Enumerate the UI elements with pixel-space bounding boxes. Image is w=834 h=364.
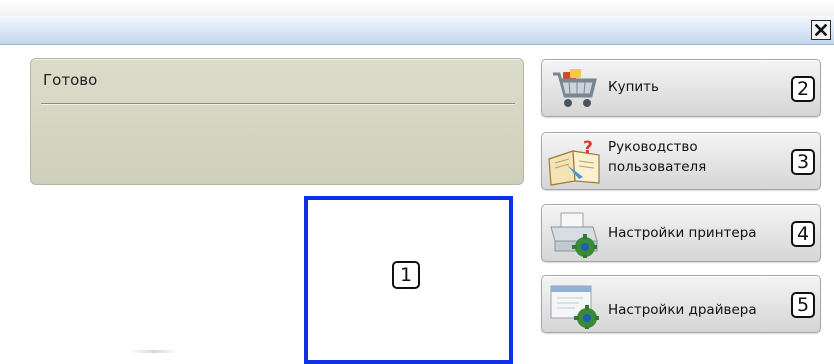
user-guide-book-icon: ? <box>548 138 600 186</box>
driver-settings-button[interactable]: Настройки драйвера 5 <box>541 275 821 333</box>
callout-highlight-box: 1 <box>304 196 513 364</box>
status-panel: Готово <box>30 58 524 185</box>
callout-number-4: 4 <box>791 221 815 247</box>
user-guide-label-line1: Руководство <box>608 139 698 155</box>
callout-number-1: 1 <box>392 261 420 289</box>
driver-settings-label: Настройки драйвера <box>608 302 757 318</box>
callout-number-2: 2 <box>791 76 815 102</box>
status-text: Готово <box>43 71 98 89</box>
printer-settings-button[interactable]: Настройки принтера 4 <box>541 204 821 262</box>
title-bar <box>0 16 834 45</box>
callout-number-5: 5 <box>791 292 815 318</box>
shopping-cart-icon <box>553 69 597 107</box>
user-guide-label-line2: пользователя <box>608 159 707 175</box>
close-button[interactable] <box>811 20 831 40</box>
status-divider <box>41 103 515 104</box>
svg-text:?: ? <box>583 138 593 158</box>
callout-number-3: 3 <box>791 149 815 175</box>
close-icon <box>815 24 827 36</box>
driver-settings-icon <box>550 285 599 329</box>
buy-button[interactable]: Купить 2 <box>541 59 821 117</box>
user-guide-button[interactable]: ? Руководство пользователя 3 <box>541 132 821 190</box>
bottom-edge-mark <box>130 350 178 353</box>
buy-button-label: Купить <box>608 79 659 95</box>
printer-settings-label: Настройки принтера <box>608 225 757 241</box>
window-top-strip <box>0 0 834 16</box>
printer-settings-icon <box>550 212 598 258</box>
